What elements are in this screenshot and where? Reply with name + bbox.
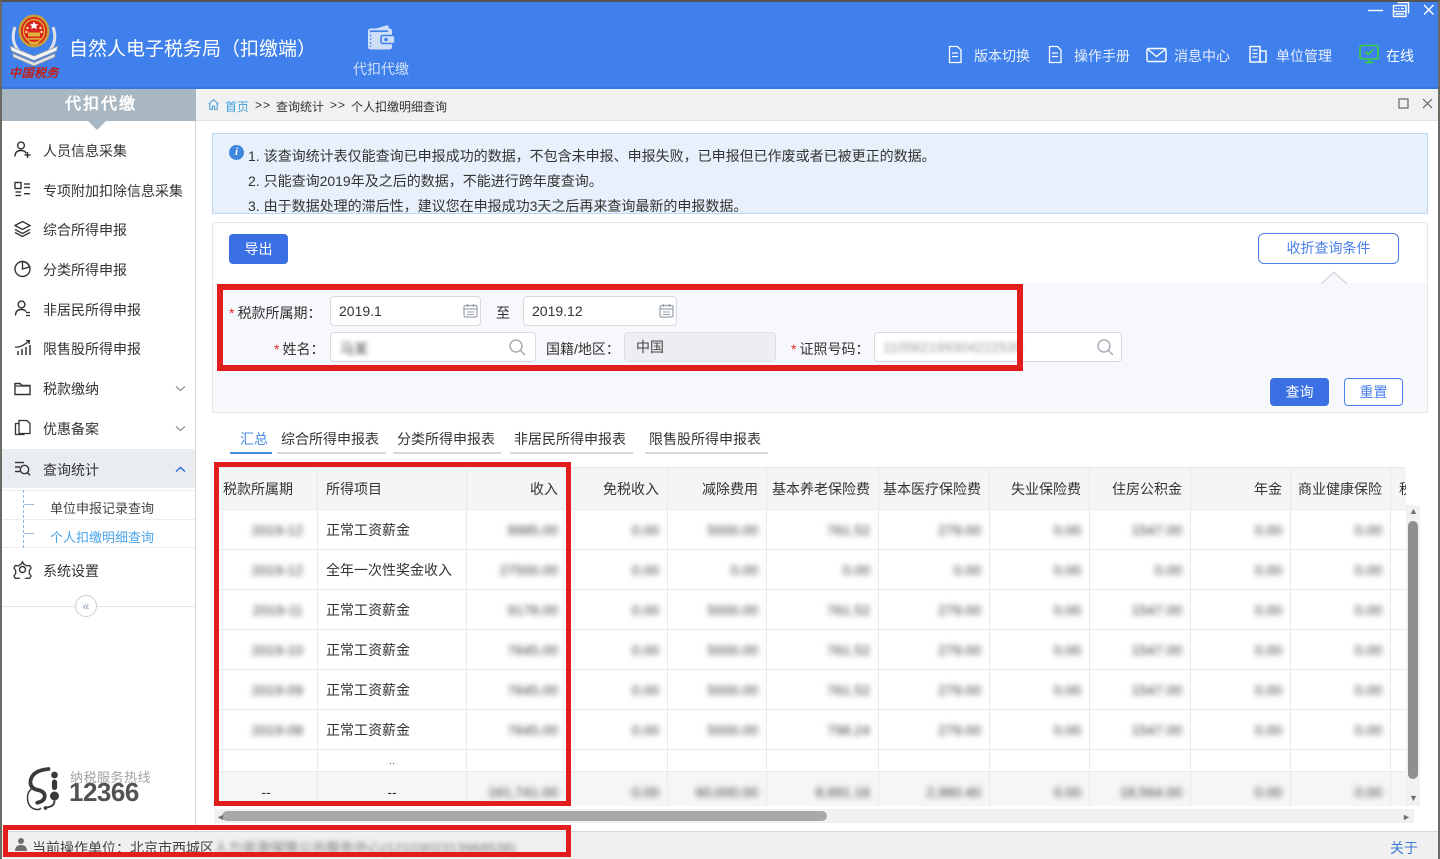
svg-text:中国税务: 中国税务 bbox=[9, 66, 61, 80]
